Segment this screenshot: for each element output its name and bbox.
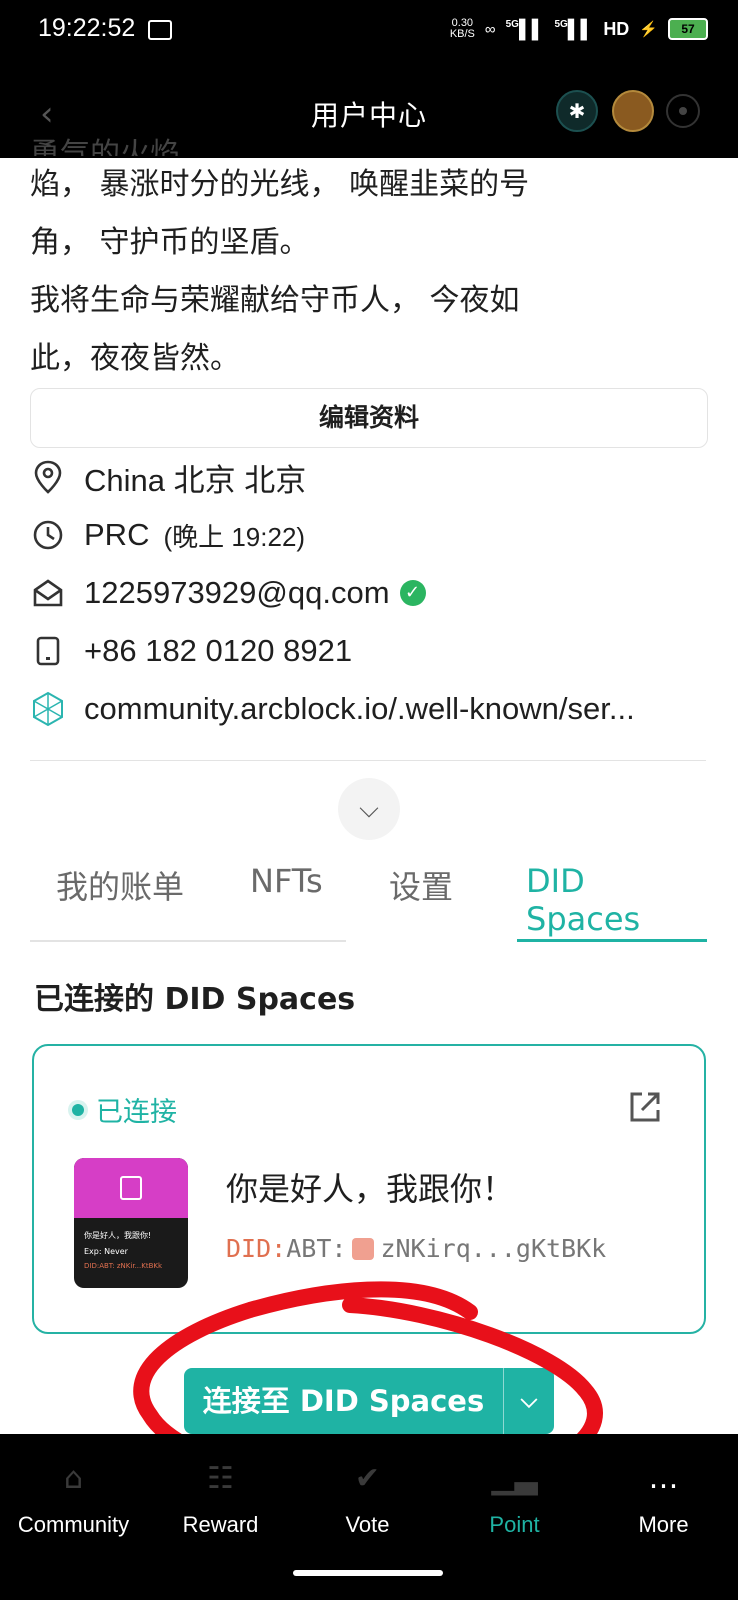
- phone-icon: [30, 633, 66, 669]
- space-thumbnail-header: [74, 1158, 188, 1218]
- status-indicators: 0.30 KB/S ∞ 5G▌▌ 5G▌▌ HD ⚡ 57: [450, 18, 708, 40]
- timezone-row: PRC (晚上 19:22): [30, 510, 710, 560]
- verified-icon: ✓: [399, 580, 426, 606]
- nav-community-label: Community: [17, 1512, 130, 1537]
- status-dot-icon: [72, 1103, 84, 1116]
- bio-line-3: 我将生命与荣耀献给守币人， 今夜如: [30, 283, 520, 318]
- connection-status-label: 已连接: [96, 1097, 177, 1128]
- divider: [30, 760, 706, 761]
- connection-status: 已连接: [72, 1090, 177, 1129]
- email-row: 1225973929@qq.com ✓: [30, 568, 710, 618]
- chart-icon: ▁▃: [491, 1461, 538, 1496]
- did-service-link[interactable]: community.arcblock.io/.well-known/ser...: [84, 691, 704, 727]
- cube-icon: [30, 691, 66, 727]
- nav-more[interactable]: … More: [590, 1434, 737, 1564]
- thumb-exp-label: Exp:: [84, 1247, 102, 1256]
- battery-icon: 57: [668, 18, 708, 40]
- chevron-down-icon[interactable]: ⌵: [503, 1368, 554, 1434]
- location-text: China 北京 北京: [84, 462, 307, 498]
- net-speed: 0.30 KB/S: [450, 18, 475, 40]
- bio-line-4: 此，夜夜皆然。: [30, 341, 240, 376]
- signal-2: 5G▌▌: [554, 18, 594, 39]
- thumb-did: DID:ABT: zNKir...KtBKk: [84, 1262, 163, 1270]
- net-speed-unit: KB/S: [449, 28, 475, 40]
- phone-text: +86 182 0120 8921: [84, 633, 353, 668]
- user-bio: 勇气的火焰， 焰， 暴涨时分的光线， 唤醒韭菜的号 角， 守护币的坚盾。 我将生…: [30, 137, 630, 388]
- bio-line-0: 勇气的火焰，: [30, 137, 210, 156]
- signal-1: 5G▌▌: [505, 18, 545, 39]
- menu-dot-icon[interactable]: [666, 94, 700, 128]
- location-row: China 北京 北京: [30, 452, 710, 502]
- phone-row: +86 182 0120 8921: [30, 626, 710, 676]
- tab-active-indicator: [517, 939, 707, 942]
- bio-line-1: 焰， 暴涨时分的光线， 唤醒韭菜的号: [30, 167, 530, 202]
- image-notification-icon: [148, 20, 172, 40]
- nav-vote-label: Vote: [345, 1512, 390, 1537]
- bio-line-2: 角， 守护币的坚盾。: [30, 225, 310, 260]
- nav-point[interactable]: ▁▃ Point: [441, 1434, 588, 1564]
- space-thumbnail: 你是好人，我跟你! Exp: Never DID:ABT: zNKir...Kt…: [74, 1158, 188, 1288]
- nav-vote[interactable]: ✔ Vote: [294, 1434, 441, 1564]
- did-type: ABT:: [286, 1234, 347, 1263]
- nav-reward[interactable]: ☷ Reward: [147, 1434, 294, 1564]
- did-space-card[interactable]: 已连接 你是好人，我跟你! Exp: Never DID:ABT: zNKir.…: [32, 1044, 706, 1334]
- connect-button-label[interactable]: 连接至 DID Spaces: [184, 1368, 503, 1434]
- thumb-name: 你是好人，我跟你!: [84, 1231, 152, 1240]
- tab-my-bills[interactable]: 我的账单: [56, 862, 184, 908]
- email-text: 1225973929@qq.com: [84, 575, 390, 610]
- status-bar: 19:22:52 0.30 KB/S ∞ 5G▌▌ 5G▌▌ HD ⚡ 57: [0, 0, 738, 72]
- space-did: DID: ABT: zNKirq...gKtBKk: [226, 1234, 606, 1263]
- clock-icon: [30, 517, 66, 553]
- nav-point-label: Point: [489, 1512, 540, 1537]
- location-pin-icon: [30, 459, 66, 495]
- link-icon: ∞: [484, 20, 496, 38]
- edit-profile-button[interactable]: 编辑资料: [30, 388, 708, 448]
- more-icon: …: [648, 1461, 679, 1496]
- did-service-row: community.arcblock.io/.well-known/ser...: [30, 684, 710, 734]
- signal-1-label: 5G: [505, 18, 519, 30]
- thumb-exp-value: Never: [104, 1247, 128, 1256]
- nav-community[interactable]: ⌂ Community: [0, 1434, 147, 1564]
- did-short: zNKirq...gKtBKk: [380, 1234, 607, 1263]
- tab-bar: 我的账单 NFTs 设置 DID Spaces: [30, 862, 707, 942]
- tab-settings[interactable]: 设置: [389, 862, 453, 908]
- signal-2-label: 5G: [554, 18, 568, 30]
- charging-icon: ⚡: [639, 21, 658, 38]
- external-link-icon[interactable]: [628, 1090, 662, 1124]
- nav-more-label: More: [638, 1512, 689, 1537]
- status-time: 19:22:52: [38, 14, 136, 42]
- gift-icon: ☷: [207, 1461, 234, 1496]
- did-prefix: DID:: [226, 1234, 287, 1263]
- home-indicator[interactable]: [293, 1570, 443, 1576]
- home-icon: ⌂: [63, 1461, 84, 1496]
- hd-indicator: HD: [603, 18, 630, 39]
- tab-did-spaces[interactable]: DID Spaces: [526, 862, 706, 938]
- email-icon: [30, 575, 66, 611]
- timezone-text: PRC: [84, 517, 150, 552]
- local-time-text: (晚上 19:22): [163, 521, 306, 552]
- did-avatar-icon: [352, 1237, 375, 1260]
- tab-underline: [30, 940, 346, 942]
- nav-reward-label: Reward: [182, 1512, 259, 1537]
- tab-nfts[interactable]: NFTs: [250, 862, 323, 900]
- connect-did-spaces-button[interactable]: 连接至 DID Spaces ⌵: [184, 1368, 554, 1434]
- vote-icon: ✔: [354, 1461, 381, 1496]
- section-title: 已连接的 DID Spaces: [34, 982, 356, 1017]
- thumb-exp: Exp: Never: [84, 1247, 188, 1256]
- space-name: 你是好人，我跟你！: [226, 1170, 515, 1208]
- book-icon: [120, 1176, 142, 1200]
- expand-chevron-icon[interactable]: ⌵: [338, 778, 400, 840]
